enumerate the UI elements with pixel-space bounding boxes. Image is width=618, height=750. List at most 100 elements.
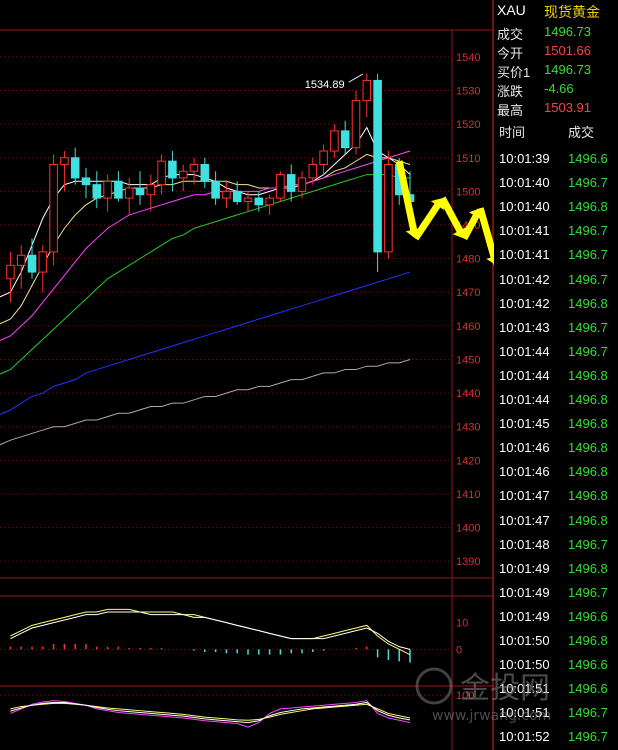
tick-time: 10:01:40 bbox=[499, 199, 550, 215]
tick-price: 1496.8 bbox=[568, 392, 608, 407]
tick-price: 1496.8 bbox=[568, 488, 608, 504]
sub1-y-tick: 0 bbox=[456, 644, 462, 656]
tick-time: 10:01:41 bbox=[499, 247, 550, 263]
candle-body bbox=[178, 170, 188, 179]
tick-row[interactable]: 10:01:40 1496.8 bbox=[494, 195, 618, 219]
quote-value: 1501.66 bbox=[544, 43, 591, 58]
watermark-url: www.jrwang.com bbox=[432, 708, 551, 724]
tick-row[interactable]: 10:01:49 1496.8 bbox=[494, 557, 618, 581]
y-tick-label: 1470 bbox=[456, 287, 480, 299]
tick-row[interactable]: 10:01:48 1496.7 bbox=[494, 533, 618, 557]
tick-row[interactable]: 10:01:50 1496.8 bbox=[494, 629, 618, 653]
candle-body bbox=[146, 184, 156, 196]
candle bbox=[384, 151, 393, 259]
tick-row[interactable]: 10:01:42 1496.7 bbox=[494, 268, 618, 292]
tick-row[interactable]: 10:01:43 1496.7 bbox=[494, 316, 618, 340]
candle-body bbox=[286, 174, 296, 192]
tick-row[interactable]: 10:01:39 1496.6 bbox=[494, 147, 618, 171]
tick-row[interactable]: 10:01:47 1496.8 bbox=[494, 484, 618, 508]
watermark-logo-icon bbox=[415, 667, 453, 705]
tick-row[interactable]: 10:01:45 1496.8 bbox=[494, 412, 618, 436]
candle-body bbox=[38, 251, 48, 273]
tick-row[interactable]: 10:01:42 1496.8 bbox=[494, 292, 618, 316]
candle-body bbox=[265, 197, 274, 206]
sub1-y-tick: 10 bbox=[456, 618, 468, 630]
watermark-brand: 金投网 bbox=[460, 671, 550, 706]
tick-time: 10:01:49 bbox=[499, 608, 550, 624]
candle-body bbox=[16, 254, 26, 266]
y-tick-label: 1440 bbox=[456, 388, 480, 400]
tick-time: 10:01:43 bbox=[499, 319, 550, 335]
candle bbox=[373, 73, 382, 273]
candle-body bbox=[60, 157, 69, 165]
tick-price: 1496.7 bbox=[568, 319, 608, 335]
candle-body bbox=[168, 160, 177, 179]
tick-row[interactable]: 10:01:46 1496.8 bbox=[494, 460, 618, 484]
tick-price: 1496.6 bbox=[568, 151, 608, 166]
candle-body bbox=[114, 180, 123, 199]
y-tick-label: 1500 bbox=[456, 186, 480, 198]
candle-body bbox=[254, 197, 264, 206]
tick-price: 1496.8 bbox=[568, 464, 608, 480]
quote-value: 1496.73 bbox=[544, 24, 591, 39]
quote-panel: XAU 现货黄金 成交 1496.73 今开 1501.66 买价1 1496.73 涨跌 -… bbox=[494, 0, 618, 750]
symbol-header: XAU 现货黄金 bbox=[494, 0, 618, 22]
tick-price: 1496.8 bbox=[568, 367, 608, 383]
candle-body bbox=[189, 163, 199, 172]
tick-price: 1496.7 bbox=[568, 175, 608, 191]
candle-body bbox=[232, 190, 242, 202]
tick-row[interactable]: 10:01:46 1496.8 bbox=[494, 436, 618, 460]
tick-row[interactable]: 10:01:49 1496.6 bbox=[494, 605, 618, 629]
tick-row[interactable]: 10:01:49 1496.7 bbox=[494, 581, 618, 605]
tick-price: 1496.8 bbox=[568, 560, 608, 576]
tick-price: 1496.7 bbox=[568, 247, 608, 263]
tick-time: 10:01:49 bbox=[499, 560, 550, 576]
tick-time: 10:01:44 bbox=[499, 392, 550, 407]
candle-body bbox=[27, 254, 37, 273]
tick-row[interactable]: 10:01:47 1496.8 bbox=[494, 509, 618, 533]
quote-value: 1496.73 bbox=[544, 62, 591, 77]
tick-time: 10:01:47 bbox=[499, 512, 550, 528]
y-tick-label: 1530 bbox=[456, 86, 480, 98]
candle-body bbox=[243, 197, 253, 202]
candle-body bbox=[319, 150, 328, 165]
candle-body bbox=[351, 100, 361, 149]
tick-time: 10:01:45 bbox=[499, 416, 550, 432]
symbol-code: XAU bbox=[497, 2, 526, 18]
tick-time: 10:01:46 bbox=[499, 440, 550, 456]
tick-table-header: 时间 成交 bbox=[494, 118, 618, 142]
candle-body bbox=[124, 187, 134, 199]
quote-value: 1503.91 bbox=[544, 100, 591, 115]
y-tick-label: 1520 bbox=[456, 119, 480, 131]
tick-price: 1496.8 bbox=[568, 440, 608, 456]
candle-body bbox=[276, 174, 285, 199]
candle-body bbox=[135, 187, 145, 196]
tick-row[interactable]: 10:01:40 1496.7 bbox=[494, 171, 618, 195]
tick-price: 1496.7 bbox=[568, 343, 608, 359]
tick-time: 10:01:49 bbox=[499, 584, 550, 600]
tick-row[interactable]: 10:01:44 1496.8 bbox=[494, 388, 618, 412]
tick-row[interactable]: 10:01:41 1496.7 bbox=[494, 243, 618, 267]
y-tick-label: 1540 bbox=[456, 52, 480, 64]
tick-price: 1496.8 bbox=[568, 633, 608, 648]
tick-row[interactable]: 10:01:44 1496.7 bbox=[494, 340, 618, 364]
candle bbox=[49, 154, 58, 266]
y-tick-label: 1410 bbox=[456, 489, 480, 501]
candle-body bbox=[373, 79, 382, 253]
y-tick-label: 1510 bbox=[456, 153, 480, 165]
tick-time: 10:01:42 bbox=[499, 271, 550, 287]
tick-row[interactable]: 10:01:41 1496.7 bbox=[494, 219, 618, 243]
tick-time: 10:01:48 bbox=[499, 536, 550, 552]
candle-body bbox=[6, 264, 15, 280]
candle-body bbox=[70, 157, 80, 179]
tick-time: 10:01:44 bbox=[499, 367, 550, 383]
candle-body bbox=[81, 177, 91, 186]
candle-body bbox=[340, 130, 350, 149]
tick-row[interactable]: 10:01:44 1496.8 bbox=[494, 364, 618, 388]
candle-body bbox=[384, 163, 393, 253]
candle-body bbox=[103, 180, 112, 199]
y-tick-label: 1480 bbox=[456, 254, 480, 266]
tick-price: 1496.8 bbox=[568, 416, 608, 432]
y-tick-label: 1420 bbox=[456, 455, 480, 467]
tick-price: 1496.7 bbox=[568, 584, 608, 600]
